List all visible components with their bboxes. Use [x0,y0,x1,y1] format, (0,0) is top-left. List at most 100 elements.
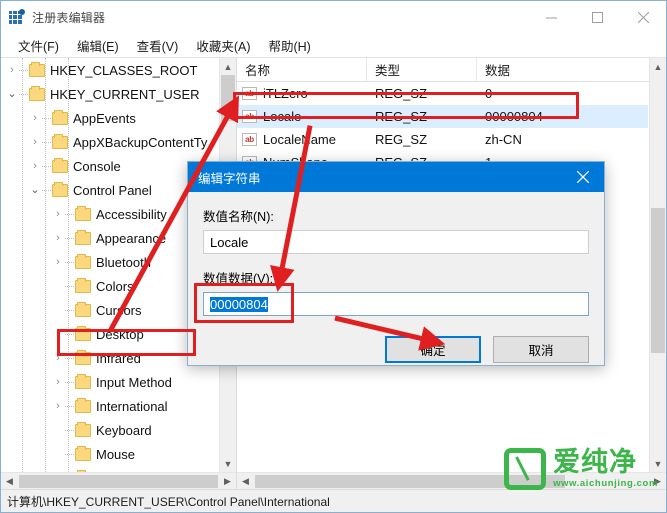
tree-hscroll-right-icon[interactable]: ▶ [219,476,236,487]
folder-icon [52,109,68,125]
tree-item-infrared[interactable]: › Infrared [1,346,218,370]
cancel-button[interactable]: 取消 [493,336,589,363]
cell-type: REG_SZ [375,132,428,147]
watermark-url: www.aichunjing.com [553,478,658,489]
column-header-data[interactable]: 数据 [477,58,666,82]
tree-hscroll-thumb[interactable] [19,474,218,488]
tree-item-accessibility[interactable]: › Accessibility [1,202,218,226]
tree-item-desktop[interactable]: › Desktop [1,322,218,346]
tree-guide-line [65,453,74,455]
tree-item-label: Keyboard [96,422,152,438]
menu-item-file[interactable]: 文件(F) [9,34,68,57]
tree-item-keyboard[interactable]: Keyboard [1,418,218,442]
tree-item-label: Mouse [96,446,136,462]
value-data-text: 00000804 [210,296,268,312]
chevron-down-icon[interactable]: ⌄ [28,184,42,196]
window-controls [528,1,666,33]
tree-item-control-panel[interactable]: ⌄ Control Panel [1,178,218,202]
list-hscroll-left-icon[interactable]: ◀ [237,476,254,487]
tree-item-hkey-classes-root[interactable]: › HKEY_CLASSES_ROOT [1,58,218,82]
chevron-right-icon[interactable]: › [51,256,65,268]
table-row[interactable]: ab iTLZero REG_SZ 0 [237,82,648,105]
values-list-header: 名称 类型 数据 [237,58,666,82]
tree-item-hkey-current-user[interactable]: ⌄ HKEY_CURRENT_USER [1,82,218,106]
tree-item-label: HKEY_CURRENT_USER [50,86,200,102]
tree-guide-line [65,381,74,383]
menu-item-edit[interactable]: 编辑(E) [68,34,128,57]
tree-scroll-thumb[interactable] [221,75,235,121]
value-name-text: Locale [210,234,249,250]
dialog-title-bar: 编辑字符串 [188,162,604,192]
folder-icon [75,421,91,437]
tree-item-international[interactable]: › International [1,394,218,418]
regedit-icon [9,9,25,25]
ok-button[interactable]: 确定 [385,336,481,363]
registry-tree[interactable]: › HKEY_CLASSES_ROOT ⌄ HKEY_CURRENT_USER › App… [1,58,218,472]
chevron-down-icon[interactable]: ⌄ [5,88,19,100]
tree-scroll-down-icon[interactable]: ▼ [220,455,236,472]
menu-item-view[interactable]: 查看(V) [128,34,188,57]
string-value-icon: ab [242,87,257,100]
status-bar-path: 计算机\HKEY_CURRENT_USER\Control Panel\Inte… [7,494,330,509]
tree-item-mouse[interactable]: Mouse [1,442,218,466]
value-name: LocaleName [263,132,336,147]
cell-name: ab iTLZero [237,86,367,101]
chevron-right-icon[interactable]: › [51,232,65,244]
column-header-name[interactable]: 名称 [237,58,367,82]
chevron-right-icon[interactable]: › [51,400,65,412]
maximize-icon[interactable] [574,1,620,33]
tree-item-appxbackupcontentty[interactable]: › AppXBackupContentTy [1,130,218,154]
dialog-title: 编辑字符串 [198,171,261,186]
list-scroll-up-icon[interactable]: ▲ [650,58,666,75]
folder-icon [75,325,91,341]
tree-item-label: Cursors [96,302,142,318]
tree-guide-line [65,429,74,431]
chevron-right-icon[interactable]: › [28,160,42,172]
tree-guide-line [65,285,74,287]
tree-hscroll-left-icon[interactable]: ◀ [1,476,18,487]
table-row[interactable]: ab Locale REG_SZ 00000804 [237,105,648,128]
menu-item-help[interactable]: 帮助(H) [259,34,319,57]
tree-item-label: Accessibility [96,206,167,222]
chevron-right-icon[interactable]: › [28,112,42,124]
tree-item-label: Infrared [96,350,141,366]
list-vertical-scrollbar[interactable]: ▲ ▼ [649,58,666,472]
tree-scroll-up-icon[interactable]: ▲ [220,58,236,75]
tree-guide-line [65,333,74,335]
value-data-input[interactable]: 00000804 [203,292,589,316]
close-icon[interactable] [620,1,666,33]
chevron-right-icon[interactable]: › [5,64,19,76]
cell-data: 0 [485,86,493,101]
tree-item-bluetooth[interactable]: › Bluetooth [1,250,218,274]
value-data-label: 数值数据(V): [203,272,274,286]
chevron-right-icon[interactable]: › [51,328,65,340]
value-name: Locale [263,109,302,124]
chevron-right-icon[interactable]: › [51,352,65,364]
column-header-type[interactable]: 类型 [367,58,477,82]
tree-item-cursors[interactable]: Cursors [1,298,218,322]
folder-icon [75,277,91,293]
tree-item-input-method[interactable]: › Input Method [1,370,218,394]
tree-guide-line [65,405,74,407]
chevron-right-icon[interactable]: › [28,136,42,148]
table-row[interactable]: ab LocaleName REG_SZ zh-CN [237,128,648,151]
chevron-right-icon[interactable]: › [51,208,65,220]
watermark-logo-icon [504,448,547,490]
tree-item-colors[interactable]: Colors [1,274,218,298]
tree-item-label: Input Method [96,374,172,390]
tree-horizontal-scrollbar[interactable]: ◀ ▶ [1,472,236,489]
menu-item-favorites[interactable]: 收藏夹(A) [187,34,259,57]
tree-item-appearance[interactable]: › Appearance [1,226,218,250]
tree-item-console[interactable]: › Console [1,154,218,178]
minimize-icon[interactable] [528,1,574,33]
dialog-close-icon[interactable] [562,162,604,192]
string-value-icon: ab [242,133,257,146]
tree-item-label: Colors [96,278,134,294]
chevron-right-icon[interactable]: › [51,376,65,388]
value-name-input[interactable]: Locale [203,230,589,254]
folder-icon [52,181,68,197]
tree-guide-line [65,261,74,263]
list-scroll-thumb[interactable] [651,208,665,353]
folder-icon [52,133,68,149]
tree-item-appevents[interactable]: › AppEvents [1,106,218,130]
